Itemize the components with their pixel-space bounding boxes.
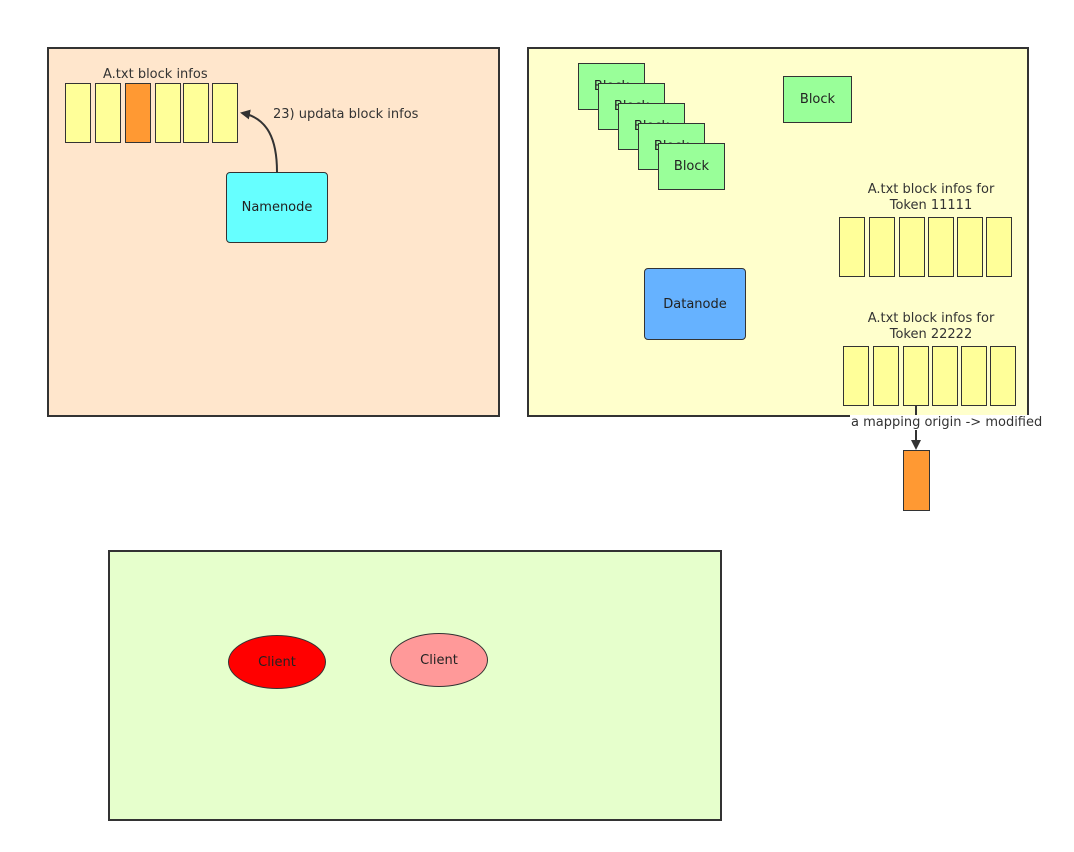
namenode-block-cell	[155, 83, 181, 143]
datanode-box: Datanode	[644, 268, 746, 340]
token1-title: A.txt block infos for Token 11111	[846, 182, 1016, 214]
namenode-block-cell	[95, 83, 121, 143]
token2-block-cell	[873, 346, 899, 406]
token1-block-cell	[899, 217, 925, 277]
token2-block-cell	[990, 346, 1016, 406]
token2-title-line2: Token 22222	[889, 327, 973, 342]
token1-block-cell	[928, 217, 954, 277]
token2-block-cell	[932, 346, 958, 406]
mapped-block-cell	[903, 450, 930, 511]
token1-title-line2: Token 11111	[889, 198, 973, 213]
token1-block-cell	[839, 217, 865, 277]
token1-block-cell	[986, 217, 1012, 277]
token1-block-cell	[869, 217, 895, 277]
client-light: Client	[390, 633, 488, 687]
block-stack-item: Block	[658, 143, 725, 190]
token2-block-cell	[961, 346, 987, 406]
token1-block-cell	[957, 217, 983, 277]
client-panel	[108, 550, 722, 821]
token2-title: A.txt block infos for Token 22222	[846, 311, 1016, 343]
namenode-box: Namenode	[226, 172, 328, 243]
token2-block-cell	[843, 346, 869, 406]
update-block-infos-label: 23) updata block infos	[273, 107, 419, 122]
single-block: Block	[783, 76, 852, 123]
token2-title-line1: A.txt block infos for	[867, 311, 995, 326]
namenode-block-cell-modified	[125, 83, 151, 143]
namenode-block-cell	[212, 83, 238, 143]
namenode-block-cell	[183, 83, 209, 143]
mapping-label: a mapping origin -> modified	[850, 415, 1044, 430]
token2-block-cell	[903, 346, 929, 406]
token1-title-line1: A.txt block infos for	[867, 182, 995, 197]
client-active: Client	[228, 635, 326, 689]
namenode-block-cell	[65, 83, 91, 143]
namenode-block-infos-title: A.txt block infos	[103, 67, 208, 82]
